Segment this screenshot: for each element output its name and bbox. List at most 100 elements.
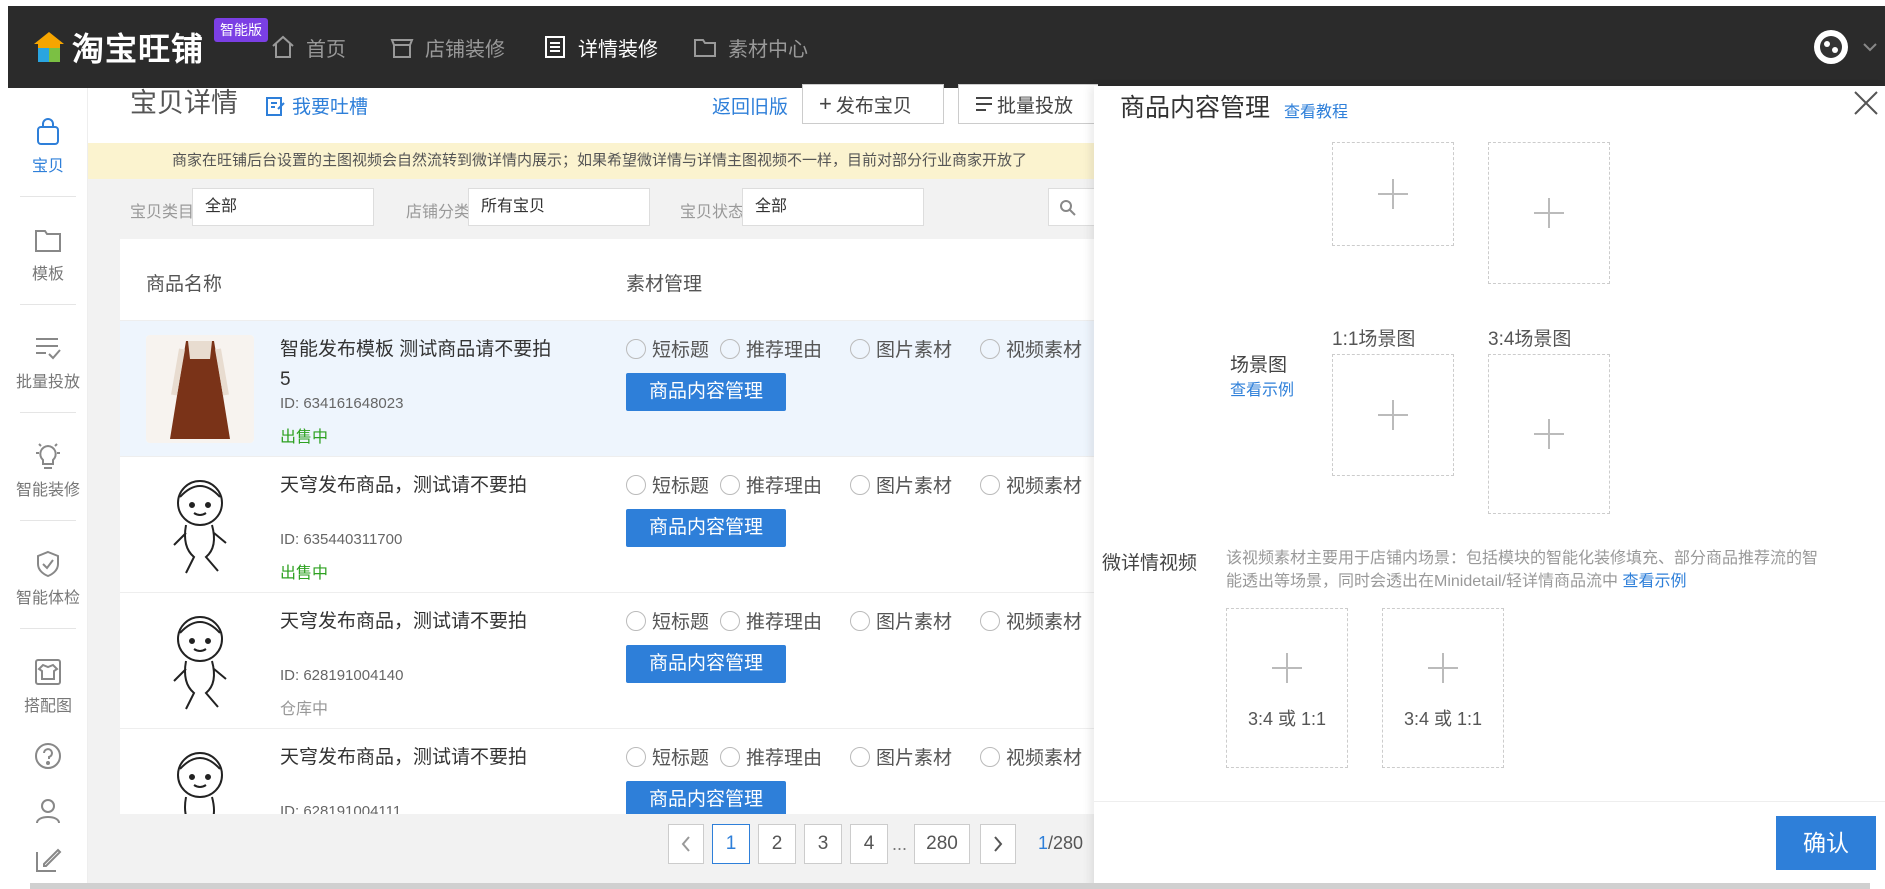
sidebar-item-outfit[interactable]: 搭配图	[8, 652, 88, 716]
radio-short-title[interactable]: 短标题	[626, 471, 709, 498]
video-upload-slot[interactable]: 3:4 或 1:1	[1382, 608, 1504, 768]
plus-icon: +	[819, 91, 832, 116]
next-page-button[interactable]	[980, 824, 1016, 864]
horizontal-scrollbar[interactable]	[30, 883, 1870, 889]
smart-edition-badge: 智能版	[214, 18, 268, 42]
scene-1-1-upload[interactable]	[1332, 354, 1454, 476]
content-management-button[interactable]: 商品内容管理	[626, 509, 786, 547]
radio-image-material[interactable]: 图片素材	[850, 335, 952, 362]
radio-video-material[interactable]: 视频素材	[980, 743, 1082, 770]
plus-icon	[1534, 419, 1564, 449]
product-status: 出售中	[280, 565, 329, 582]
micro-detail-video-label: 微详情视频	[1102, 553, 1198, 574]
scene-3-4-upload[interactable]	[1488, 354, 1610, 514]
category-select[interactable]: 全部	[192, 188, 374, 226]
scene-1-1-label: 1:1场景图	[1332, 329, 1416, 350]
sidebar-item-template[interactable]: 模板	[8, 220, 88, 284]
radio-recommend-reason[interactable]: 推荐理由	[720, 607, 822, 634]
taobao-wangpu-logo[interactable]: 淘宝旺铺	[32, 28, 204, 67]
radio-short-title[interactable]: 短标题	[626, 335, 709, 362]
view-tutorial-link[interactable]: 查看教程	[1284, 98, 1348, 122]
upload-slot[interactable]	[1332, 142, 1454, 246]
sidebar-item-smart-decoration[interactable]: 智能装修	[8, 436, 88, 500]
video-upload-slot[interactable]: 3:4 或 1:1	[1226, 608, 1348, 768]
publish-label: 发布宝贝	[835, 95, 912, 117]
nav-store-decoration[interactable]: 店铺装修	[389, 6, 505, 88]
radio-short-title[interactable]: 短标题	[626, 743, 709, 770]
chevron-down-icon[interactable]	[1863, 42, 1877, 52]
nav-label: 素材中心	[728, 38, 808, 61]
page-last[interactable]: 280	[914, 824, 970, 864]
sidebar-item-batch[interactable]: 批量投放	[8, 328, 88, 392]
edit-icon[interactable]	[34, 846, 62, 874]
help-icon[interactable]	[34, 742, 62, 770]
logo-text: 淘宝旺铺	[72, 31, 205, 67]
close-icon[interactable]	[1851, 88, 1881, 118]
list-icon	[976, 97, 992, 111]
batch-deploy-button[interactable]: 批量投放	[958, 84, 1098, 124]
plus-icon	[1428, 653, 1458, 683]
page-1[interactable]: 1	[712, 824, 750, 864]
plus-icon	[1378, 179, 1408, 209]
product-name[interactable]: 智能发布模板 测试商品请不要拍5	[280, 335, 560, 395]
radio-recommend-reason[interactable]: 推荐理由	[720, 471, 822, 498]
scene-3-4-label: 3:4场景图	[1488, 329, 1572, 350]
nav-home[interactable]: 首页	[270, 6, 346, 88]
radio-video-material[interactable]: 视频素材	[980, 335, 1082, 362]
confirm-button[interactable]: 确认	[1776, 816, 1876, 870]
video-description: 该视频素材主要用于店铺内场景：包括模块的智能化装修填充、部分商品推荐流的智能透出…	[1226, 550, 1819, 590]
chevron-right-icon	[994, 836, 1003, 852]
radio-image-material[interactable]: 图片素材	[850, 471, 952, 498]
content-management-button[interactable]: 商品内容管理	[626, 781, 786, 814]
content-management-button[interactable]: 商品内容管理	[626, 373, 786, 411]
page-2[interactable]: 2	[758, 824, 796, 864]
radio-recommend-reason[interactable]: 推荐理由	[720, 743, 822, 770]
sidebar-item-smart-check[interactable]: 智能体检	[8, 544, 88, 608]
radio-short-title[interactable]: 短标题	[626, 607, 709, 634]
radio-video-material[interactable]: 视频素材	[980, 471, 1082, 498]
radio-video-material[interactable]: 视频素材	[980, 607, 1082, 634]
feedback-link[interactable]: 我要吐槽	[264, 92, 368, 119]
sidebar-item-label: 搭配图	[23, 698, 72, 715]
page-header: 宝贝详情 我要吐槽 返回旧版 + 发布宝贝 批量投放	[88, 84, 1098, 143]
template-icon	[35, 230, 61, 252]
sidebar-item-label: 模板	[31, 266, 64, 283]
radio-image-material[interactable]: 图片素材	[850, 607, 952, 634]
back-to-old-version-link[interactable]: 返回旧版	[712, 92, 788, 119]
avatar[interactable]	[1814, 30, 1848, 64]
product-thumbnail[interactable]	[146, 471, 254, 579]
page-ellipsis: ...	[892, 834, 908, 854]
product-thumbnail[interactable]	[146, 743, 254, 814]
page-3[interactable]: 3	[804, 824, 842, 864]
nav-detail-decoration[interactable]: 详情装修	[542, 6, 658, 88]
product-thumbnail[interactable]	[146, 607, 254, 715]
content-management-button[interactable]: 商品内容管理	[626, 645, 786, 683]
document-icon	[545, 36, 565, 58]
column-product-name: 商品名称	[146, 274, 223, 295]
customer-service-icon[interactable]	[34, 796, 62, 824]
chevron-left-icon	[681, 836, 690, 852]
product-status: 仓库中	[280, 701, 329, 718]
nav-material-center[interactable]: 素材中心	[692, 6, 808, 88]
publish-item-button[interactable]: + 发布宝贝	[802, 84, 944, 124]
product-thumbnail[interactable]	[146, 335, 254, 443]
video-example-link[interactable]: 查看示例	[1623, 573, 1687, 590]
upload-slot[interactable]	[1488, 142, 1610, 284]
prev-page-button[interactable]	[668, 824, 704, 864]
bag-icon	[37, 118, 59, 145]
product-name[interactable]: 天穹发布商品，测试请不要拍	[280, 743, 560, 773]
radio-image-material[interactable]: 图片素材	[850, 743, 952, 770]
scene-example-link[interactable]: 查看示例	[1230, 376, 1294, 400]
item-status-select[interactable]: 全部	[742, 188, 924, 226]
panel-title: 商品内容管理	[1120, 94, 1271, 122]
radio-recommend-reason[interactable]: 推荐理由	[720, 335, 822, 362]
panel-footer-divider	[1094, 801, 1885, 802]
product-name[interactable]: 天穹发布商品，测试请不要拍	[280, 471, 560, 501]
shop-category-select[interactable]: 所有宝贝	[468, 188, 650, 226]
category-filter-label: 宝贝类目	[130, 204, 195, 221]
bulb-icon	[36, 443, 60, 469]
page-4[interactable]: 4	[850, 824, 888, 864]
product-name[interactable]: 天穹发布商品，测试请不要拍	[280, 607, 560, 637]
feedback-icon	[266, 96, 285, 116]
sidebar-item-baobei[interactable]: 宝贝	[8, 112, 88, 176]
